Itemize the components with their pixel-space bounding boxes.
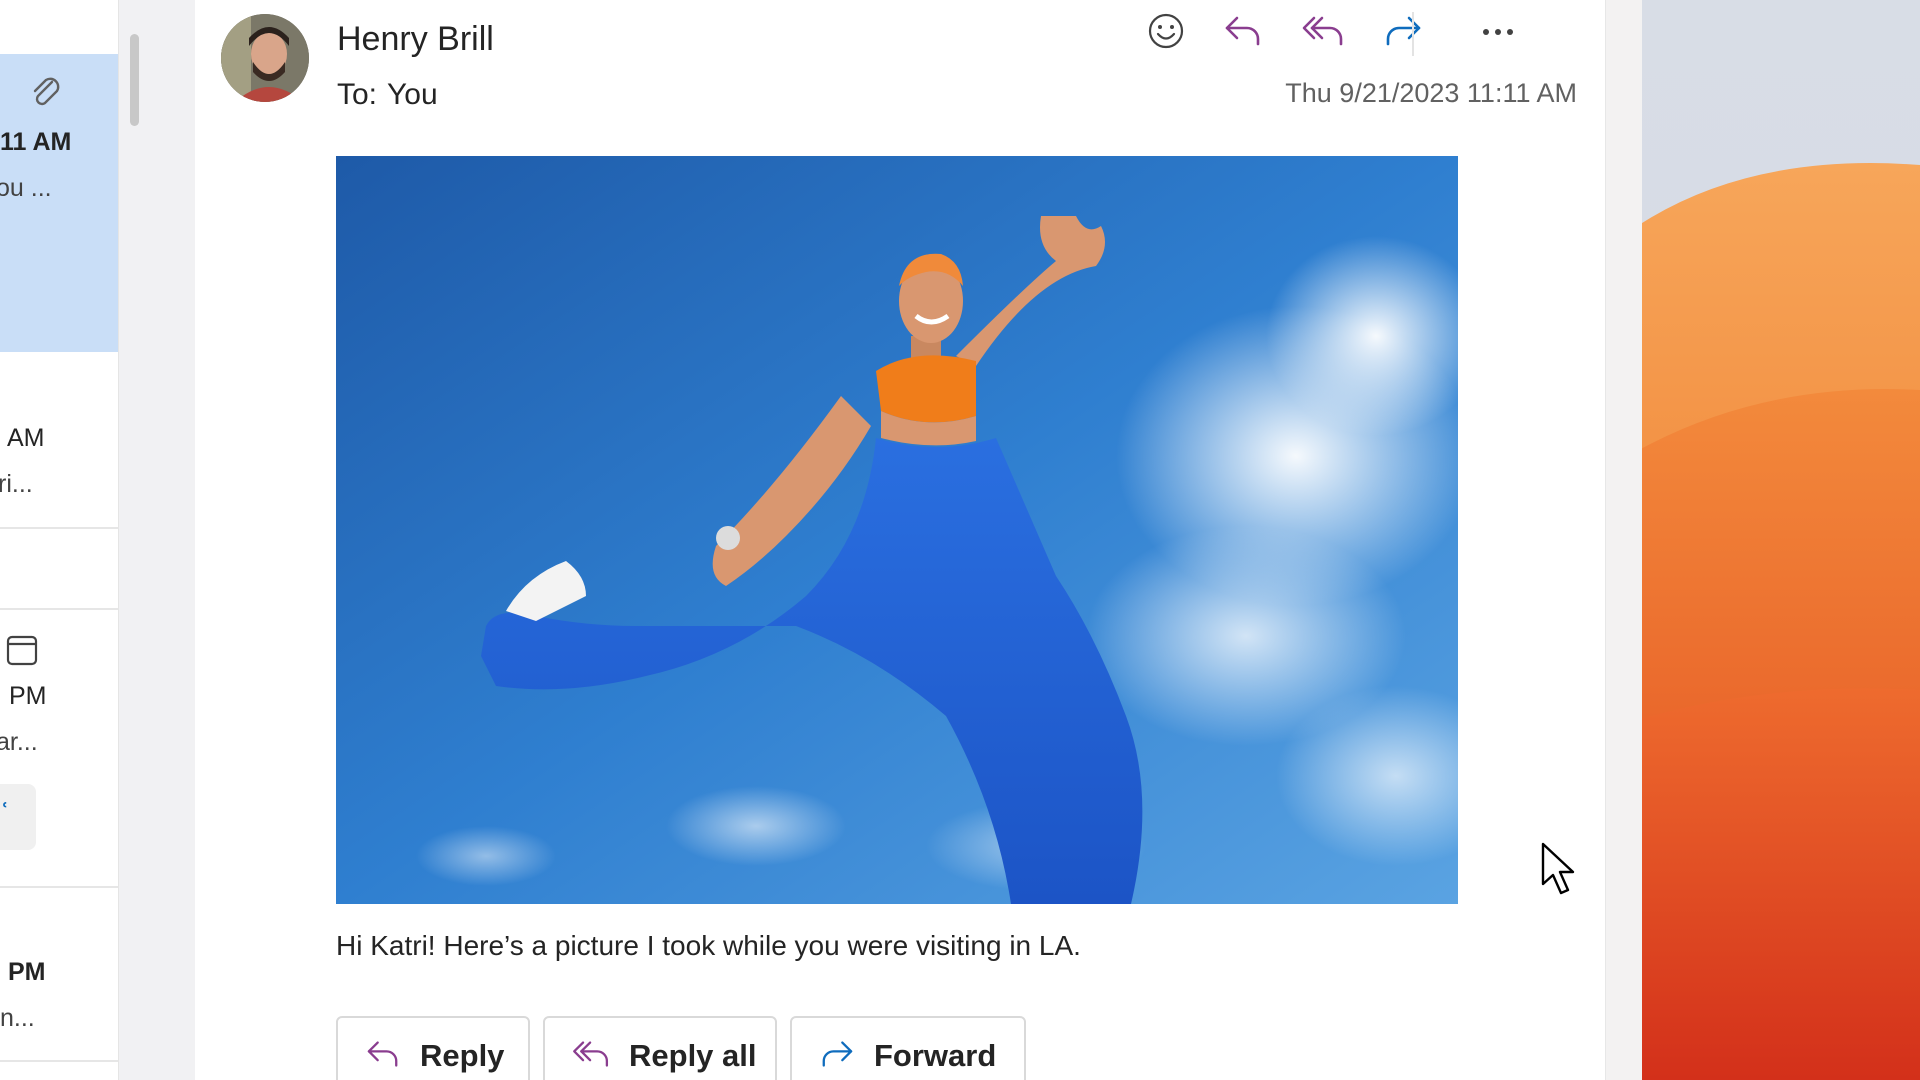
- message-list-item[interactable]: AM ri...: [0, 352, 118, 528]
- forward-icon: [818, 1039, 856, 1074]
- reply-button-label: Reply: [420, 1038, 505, 1073]
- forward-button[interactable]: Forward: [790, 1016, 1026, 1080]
- toolbar-divider: [1412, 12, 1414, 56]
- message-time: AM: [7, 424, 45, 452]
- forward-toolbar-button[interactable]: [1377, 8, 1429, 58]
- reply-all-toolbar-button[interactable]: [1297, 8, 1349, 58]
- list-scrollbar-thumb[interactable]: [130, 34, 139, 126]
- message-preview: ou ...: [0, 174, 52, 202]
- forward-button-label: Forward: [874, 1038, 997, 1073]
- sender-name[interactable]: Henry Brill: [337, 20, 494, 59]
- window-border: [1605, 0, 1642, 1080]
- message-timestamp: Thu 9/21/2023 11:11 AM: [1285, 78, 1577, 108]
- reply-all-icon: [571, 1039, 611, 1074]
- message-list-item-selected[interactable]: 11 AM ou ...: [0, 54, 118, 352]
- desktop-wallpaper: [1605, 0, 1920, 1080]
- chip-glyph-icon: ʿ: [0, 798, 10, 829]
- reply-all-button[interactable]: Reply all: [543, 1016, 777, 1080]
- recipient-name[interactable]: You: [387, 78, 438, 111]
- message-preview: ri...: [0, 470, 33, 498]
- forward-icon: [1383, 14, 1423, 53]
- reply-icon: [1223, 14, 1263, 53]
- reply-toolbar-button[interactable]: [1217, 8, 1269, 58]
- quick-action-chip[interactable]: ʿ: [0, 784, 36, 850]
- list-divider: [0, 527, 118, 529]
- message-list: 11 AM ou ... AM ri... PM ar... ʿ PM n...: [0, 0, 119, 1080]
- message-preview: ar...: [0, 728, 38, 756]
- react-button[interactable]: [1140, 8, 1192, 58]
- list-divider: [0, 1060, 118, 1062]
- mouse-cursor-icon: [1541, 842, 1577, 901]
- message-list-item[interactable]: PM n...: [0, 888, 118, 1060]
- pane-gutter: [119, 0, 195, 1080]
- attachment-icon: [30, 76, 62, 117]
- message-time: PM: [8, 958, 46, 986]
- reply-all-icon: [1302, 14, 1344, 53]
- inline-photo[interactable]: [336, 156, 1458, 904]
- reply-all-button-label: Reply all: [629, 1038, 757, 1073]
- calendar-icon: [6, 634, 38, 671]
- sender-avatar[interactable]: [221, 14, 309, 102]
- message-time: 11 AM: [0, 128, 72, 156]
- to-label: To:: [337, 78, 378, 111]
- message-toolbar: [1140, 8, 1580, 58]
- more-icon: [1481, 24, 1515, 42]
- reply-icon: [364, 1039, 402, 1074]
- reading-pane: Henry Brill To: You Thu 9/21/2023 11:11 A…: [195, 0, 1605, 1080]
- message-preview: n...: [0, 1004, 35, 1032]
- emoji-icon: [1147, 12, 1185, 55]
- message-body: Hi Katri! Here’s a picture I took while …: [336, 930, 1081, 961]
- recipient-line: To: You: [337, 78, 438, 112]
- more-actions-button[interactable]: [1472, 8, 1524, 58]
- message-time: PM: [9, 682, 47, 710]
- reply-button[interactable]: Reply: [336, 1016, 530, 1080]
